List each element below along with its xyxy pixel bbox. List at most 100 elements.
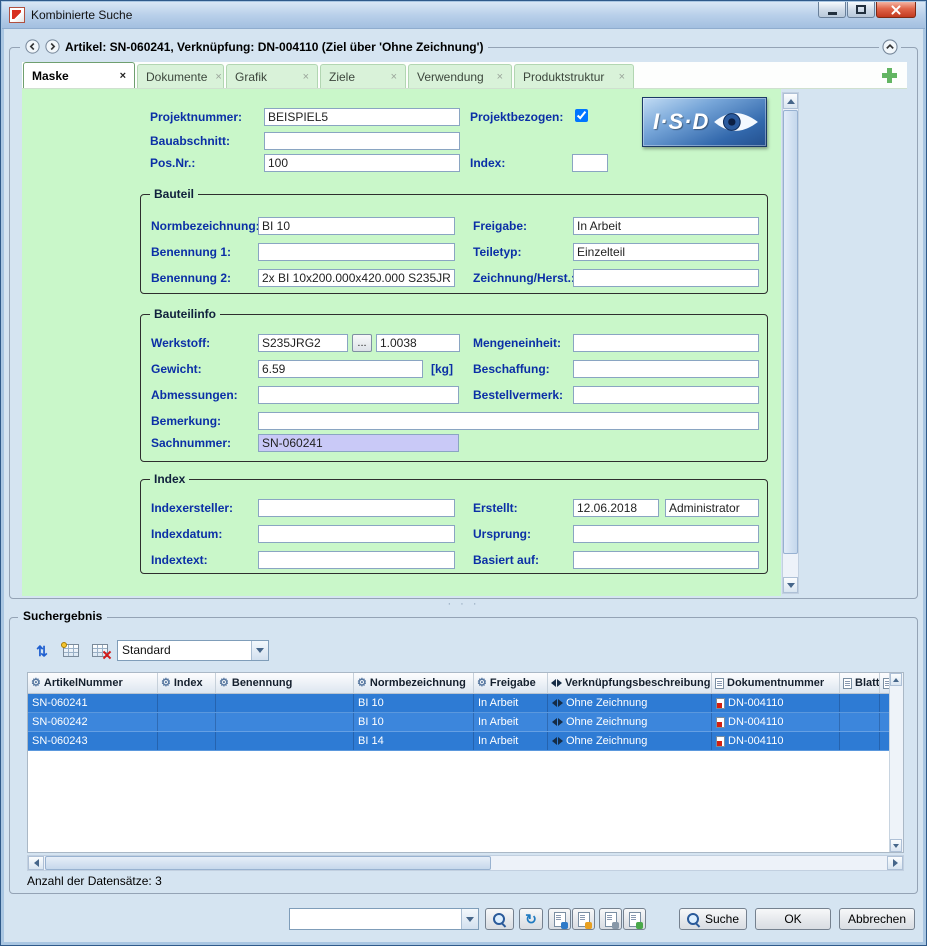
- erstellt-von-input[interactable]: [665, 499, 759, 517]
- splitter-handle[interactable]: · · ·: [1, 598, 926, 610]
- indexersteller-input[interactable]: [258, 499, 455, 517]
- gewicht-input[interactable]: [258, 360, 423, 378]
- cancel-button[interactable]: Abbrechen: [839, 908, 915, 930]
- tab-close-icon[interactable]: ×: [303, 71, 309, 83]
- titlebar[interactable]: Kombinierte Suche: [2, 2, 925, 29]
- bauabschnitt-label: Bauabschnitt:: [150, 134, 230, 148]
- result-view-select[interactable]: Standard: [117, 640, 269, 661]
- cell-benennung: [216, 694, 354, 712]
- teiletyp-input[interactable]: [573, 243, 759, 261]
- scroll-up-button[interactable]: [890, 673, 902, 686]
- tab-close-icon[interactable]: ×: [391, 71, 397, 83]
- document-settings-button[interactable]: [599, 908, 622, 930]
- tab-produktstruktur[interactable]: Produktstruktur ×: [514, 64, 634, 88]
- collapse-button[interactable]: [882, 39, 898, 55]
- werkstoffnummer-input[interactable]: [376, 334, 460, 352]
- close-button[interactable]: [876, 2, 916, 18]
- beschaffung-input[interactable]: [573, 360, 759, 378]
- bauteilinfo-fieldset: Bauteilinfo Werkstoff: ... Mengeneinheit…: [140, 314, 768, 462]
- table-vertical-scrollbar[interactable]: [889, 673, 903, 852]
- index-input[interactable]: [572, 154, 608, 172]
- table-row-2[interactable]: SN-060242 BI 10 In Arbeit Ohne Zeichnung…: [28, 713, 889, 732]
- scroll-down-button[interactable]: [890, 839, 902, 852]
- results-horizontal-scrollbar[interactable]: [27, 855, 904, 871]
- tab-close-icon[interactable]: ×: [619, 71, 625, 83]
- column-header-index[interactable]: ⚙ Index: [158, 673, 216, 693]
- mengeneinheit-label: Mengeneinheit:: [473, 336, 561, 350]
- cell-artikelnummer: SN-060243: [28, 732, 158, 750]
- scroll-down-button[interactable]: [783, 577, 798, 593]
- index-label: Index:: [470, 156, 505, 170]
- tab-close-icon[interactable]: ×: [120, 70, 126, 82]
- tab-close-icon[interactable]: ×: [497, 71, 503, 83]
- scroll-thumb[interactable]: [783, 110, 798, 554]
- zeichnung-input[interactable]: [573, 269, 759, 287]
- tab-dokumente[interactable]: Dokumente ×: [137, 64, 224, 88]
- indexdatum-input[interactable]: [258, 525, 455, 543]
- bauabschnitt-input[interactable]: [264, 132, 460, 150]
- tab-close-icon[interactable]: ×: [215, 71, 221, 83]
- cell-index: [158, 713, 216, 731]
- bestellvermerk-input[interactable]: [573, 386, 759, 404]
- projektbezogen-checkbox[interactable]: [575, 109, 588, 122]
- clear-results-button[interactable]: [88, 640, 112, 661]
- table-row-3[interactable]: SN-060243 BI 14 In Arbeit Ohne Zeichnung…: [28, 732, 889, 751]
- freigabe-input[interactable]: [573, 217, 759, 235]
- werkstoff-input[interactable]: [258, 334, 348, 352]
- scroll-right-button[interactable]: [887, 856, 903, 870]
- erstellt-datum-input[interactable]: [573, 499, 659, 517]
- mask-scrollbar[interactable]: [782, 92, 799, 594]
- close-icon: [891, 5, 901, 15]
- projektnummer-input[interactable]: [264, 108, 460, 126]
- reload-button[interactable]: ↻: [519, 908, 543, 930]
- column-header-blatt[interactable]: Blatt: [840, 673, 880, 693]
- scroll-up-button[interactable]: [783, 93, 798, 109]
- export-results-button[interactable]: [59, 640, 83, 661]
- chevron-down-icon: [461, 909, 478, 929]
- column-header-normbezeichnung[interactable]: ⚙ Normbezeichnung: [354, 673, 474, 693]
- posnr-input[interactable]: [264, 154, 460, 172]
- tab-ziele[interactable]: Ziele ×: [320, 64, 406, 88]
- nav-back-button[interactable]: [25, 39, 40, 54]
- basiert-auf-input[interactable]: [573, 551, 759, 569]
- add-tab-button[interactable]: [882, 68, 897, 83]
- search-options-button[interactable]: [485, 908, 514, 930]
- refresh-icon: ⇅: [36, 644, 48, 658]
- benennung1-input[interactable]: [258, 243, 455, 261]
- sachnummer-input[interactable]: [258, 434, 459, 452]
- column-label: Blatt: [855, 677, 879, 689]
- tab-verwendung[interactable]: Verwendung ×: [408, 64, 512, 88]
- cell-dokumentnummer: DN-004110: [712, 694, 840, 712]
- bemerkung-input[interactable]: [258, 412, 759, 430]
- tab-maske[interactable]: Maske ×: [23, 62, 135, 88]
- search-button[interactable]: Suche: [679, 908, 747, 930]
- article-group-legend: Artikel: SN-060241, Verknüpfung: DN-0041…: [20, 39, 488, 54]
- maximize-button[interactable]: [847, 2, 875, 18]
- minimize-button[interactable]: [818, 2, 846, 18]
- nav-forward-button[interactable]: [45, 39, 60, 54]
- ok-button[interactable]: OK: [755, 908, 831, 930]
- column-header-dokumentnummer[interactable]: Dokumentnummer: [712, 673, 840, 693]
- mengeneinheit-input[interactable]: [573, 334, 759, 352]
- scroll-left-button[interactable]: [28, 856, 44, 870]
- copy-document-button[interactable]: [623, 908, 646, 930]
- column-header-artikelnummer[interactable]: ⚙ ArtikelNummer: [28, 673, 158, 693]
- bemerkung-label: Bemerkung:: [151, 414, 221, 428]
- column-header-benennung[interactable]: ⚙ Benennung: [216, 673, 354, 693]
- column-header-verknuepfungsbeschreibung[interactable]: Verknüpfungsbeschreibung: [548, 673, 712, 693]
- benennung2-input[interactable]: [258, 269, 455, 287]
- edit-document-button[interactable]: [572, 908, 595, 930]
- abmessungen-input[interactable]: [258, 386, 459, 404]
- column-header-freigabe[interactable]: ⚙ Freigabe: [474, 673, 548, 693]
- article-groupbox: Artikel: SN-060241, Verknüpfung: DN-0041…: [9, 47, 918, 599]
- normbezeichnung-input[interactable]: [258, 217, 455, 235]
- werkstoff-browse-button[interactable]: ...: [352, 334, 372, 352]
- new-document-button[interactable]: [548, 908, 571, 930]
- scroll-thumb[interactable]: [45, 856, 491, 870]
- footer-select[interactable]: [289, 908, 479, 930]
- refresh-results-button[interactable]: ⇅: [30, 640, 54, 661]
- table-row-1[interactable]: SN-060241 BI 10 In Arbeit Ohne Zeichnung…: [28, 694, 889, 713]
- indextext-input[interactable]: [258, 551, 455, 569]
- ursprung-input[interactable]: [573, 525, 759, 543]
- tab-grafik[interactable]: Grafik ×: [226, 64, 318, 88]
